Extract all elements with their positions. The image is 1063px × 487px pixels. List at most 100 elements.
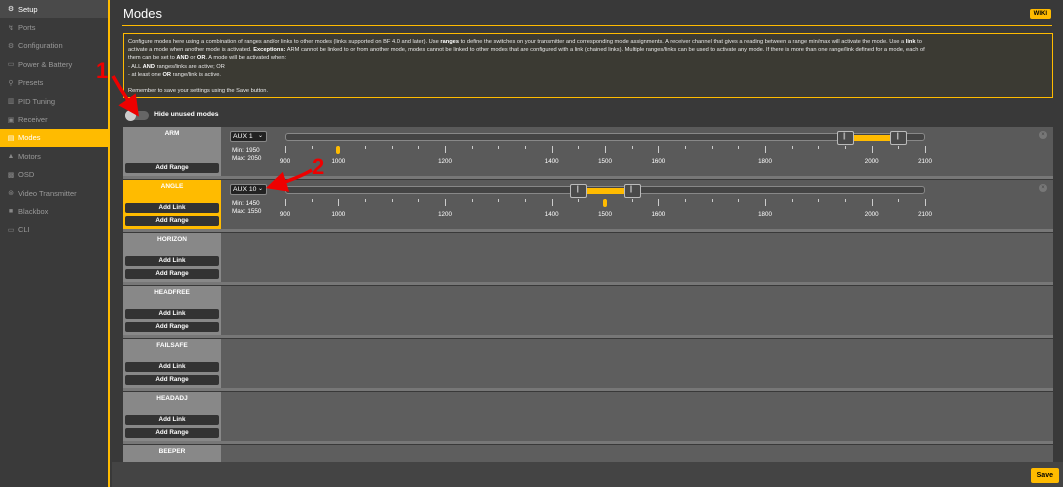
sidebar-item-modes[interactable]: ▤ Modes — [0, 128, 108, 148]
range-min-handle[interactable] — [570, 184, 588, 198]
range-area: AUX 10⌄ Min: 1450 Max: 1550 900 1000 1200 1… — [221, 180, 1053, 229]
add-range-button[interactable]: Add Range — [125, 163, 219, 173]
wrench-icon: ⚙ — [7, 6, 15, 14]
range-max-handle[interactable] — [623, 184, 641, 198]
scale-tick — [711, 199, 713, 202]
sidebar-item-setup[interactable]: ⚙ Setup — [0, 0, 108, 19]
scale-label: 1600 — [651, 158, 666, 165]
main-content: Modes WIKI Configure modes here using a … — [112, 0, 1063, 487]
remove-range-icon[interactable]: × — [1039, 184, 1047, 192]
range-min-handle[interactable] — [837, 131, 854, 145]
sidebar-item-label: Receiver — [18, 115, 48, 125]
toggle-knob — [125, 110, 136, 121]
hide-unused-label: Hide unused modes — [154, 111, 219, 118]
add-range-button[interactable]: Add Range — [125, 428, 219, 438]
sidebar-item-label: Motors — [18, 151, 41, 161]
scale-tick — [311, 199, 313, 202]
wiki-button[interactable]: WIKI — [1029, 9, 1051, 19]
scale-tick — [365, 199, 366, 202]
receiver-icon: ▣ — [7, 116, 15, 124]
scale-label: 1000 — [331, 211, 346, 218]
sidebar-item-power-battery[interactable]: ▭ Power & Battery — [0, 55, 108, 73]
scale-label: 1200 — [438, 211, 452, 218]
add-link-button[interactable]: Add Link — [125, 415, 219, 425]
scale-tick — [871, 146, 873, 153]
mode-name-cell: HORIZON Add Link Add Range — [123, 233, 221, 282]
terminal-icon: ▭ — [7, 226, 15, 234]
scale-label: 900 — [279, 158, 291, 165]
add-range-button[interactable]: Add Range — [125, 375, 219, 385]
scale-tick — [418, 199, 420, 202]
remove-range-icon[interactable]: × — [1039, 131, 1047, 139]
hide-unused-toggle[interactable] — [125, 110, 149, 121]
mode-row-beeper: BEEPER — [123, 445, 1053, 462]
scale-label: 1500 — [598, 211, 612, 218]
add-link-button[interactable]: Add Link — [125, 362, 219, 372]
sidebar-item-blackbox[interactable]: ■ Blackbox — [0, 202, 108, 220]
scale-tick — [285, 199, 286, 206]
range-scale: 900 1000 1200 1400 1500 1600 1800 2000 2100 — [280, 146, 932, 165]
mode-title: BEEPER — [158, 448, 186, 455]
add-link-button[interactable]: Add Link — [125, 256, 219, 266]
sidebar-item-receiver[interactable]: ▣ Receiver — [0, 110, 108, 128]
scale-label: 1600 — [651, 211, 666, 218]
sidebar-item-label: Setup — [18, 4, 38, 14]
scale-tick — [338, 199, 340, 206]
scale-tick — [498, 199, 500, 202]
sidebar-item-presets[interactable]: ⚲ Presets — [0, 74, 108, 92]
mode-title: ARM — [164, 130, 180, 137]
range-slider[interactable] — [285, 184, 925, 198]
sidebar-item-osd[interactable]: ▩ OSD — [0, 166, 108, 184]
blackbox-icon: ■ — [8, 207, 14, 215]
range-scale: 900 1000 1200 1400 1500 1600 1800 2000 2100 — [280, 199, 932, 218]
sidebar-item-ports[interactable]: ↯ Ports — [0, 18, 108, 36]
mode-title: HEADFREE — [154, 289, 190, 296]
add-range-button[interactable]: Add Range — [125, 216, 219, 226]
scale-tick — [471, 146, 473, 149]
motor-icon: ▲ — [7, 152, 15, 160]
scale-tick — [658, 199, 660, 206]
range-min-label: Min: 1950 — [232, 147, 260, 154]
info-line: Configure modes here using a combination… — [128, 39, 922, 45]
scale-tick — [551, 199, 553, 206]
scale-tick — [765, 199, 766, 206]
aux-channel-select[interactable]: AUX 10 ⌄ — [230, 184, 267, 195]
add-range-button[interactable]: Add Range — [125, 269, 219, 279]
annotation-number-1: 1 — [96, 58, 109, 83]
sidebar-item-video-transmitter[interactable]: ⊛ Video Transmitter — [0, 184, 108, 202]
scale-tick — [418, 146, 420, 149]
scale-tick — [525, 199, 526, 202]
sidebar-item-configuration[interactable]: ⚙ Configuration — [0, 37, 108, 55]
mode-row-headfree: HEADFREE Add Link Add Range — [123, 286, 1053, 335]
sidebar-item-pid-tuning[interactable]: ▥ PID Tuning — [0, 92, 108, 110]
range-slider[interactable] — [285, 131, 925, 145]
modes-icon: ▤ — [7, 134, 15, 142]
row-divider — [123, 388, 1053, 391]
scale-label: 2100 — [918, 211, 932, 218]
scale-tick — [525, 146, 526, 149]
add-link-button[interactable]: Add Link — [125, 309, 219, 319]
scale-tick — [791, 199, 793, 202]
sidebar-item-motors[interactable]: ▲ Motors — [0, 147, 108, 165]
sidebar-item-cli[interactable]: ▭ CLI — [0, 221, 108, 239]
scale-tick — [845, 146, 846, 149]
range-max-label: Max: 2050 — [232, 155, 262, 162]
mode-row-failsafe: FAILSAFE Add Link Add Range — [123, 339, 1053, 388]
scale-tick — [685, 146, 686, 149]
sidebar-item-label: PID Tuning — [18, 96, 56, 106]
add-range-button[interactable]: Add Range — [125, 322, 219, 332]
battery-icon: ▭ — [7, 61, 15, 69]
row-divider — [123, 176, 1053, 179]
add-link-button[interactable]: Add Link — [125, 203, 219, 213]
mode-row-headadj: HEADADJ Add Link Add Range — [123, 392, 1053, 441]
row-divider — [123, 441, 1053, 444]
scale-label: 1800 — [758, 158, 772, 165]
save-button[interactable]: Save — [1030, 468, 1059, 483]
range-max-handle[interactable] — [890, 131, 908, 145]
aux-channel-select[interactable]: AUX 1 ⌄ — [230, 131, 267, 142]
info-line: them can be set to AND or OR. A mode wil… — [128, 55, 287, 62]
range-min-label: Min: 1450 — [232, 200, 260, 207]
scale-tick — [471, 199, 473, 202]
sidebar-item-label: Power & Battery — [18, 59, 73, 69]
scale-tick — [631, 146, 633, 149]
